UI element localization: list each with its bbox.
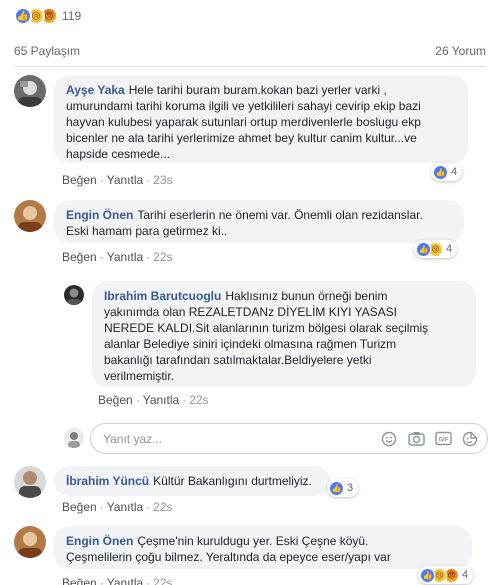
- avatar[interactable]: [14, 200, 46, 232]
- comment-actions: Beğen · Yanıtla · 22s: [98, 393, 209, 407]
- avatar[interactable]: [14, 526, 46, 558]
- like-icon: 👍: [416, 241, 431, 257]
- sticker-icon[interactable]: [461, 430, 479, 448]
- like-button[interactable]: Beğen: [62, 250, 97, 264]
- comment-reactions[interactable]: 👍 😢 😠 4: [418, 566, 474, 584]
- comment-text: bakanlığı tarafından satılmaktalar.Beldi…: [104, 353, 372, 367]
- avatar[interactable]: [14, 75, 46, 107]
- reaction-count: 119: [62, 9, 82, 23]
- svg-text:GIF: GIF: [438, 438, 448, 444]
- reply-button[interactable]: Yanıtla: [143, 393, 179, 407]
- comment-time[interactable]: 22s: [189, 393, 208, 407]
- comment-bubble: Ayşe Yaka Hele tarihi buram buram.kokan b…: [54, 75, 468, 163]
- like-icon: 👍: [329, 480, 344, 496]
- comment-bubble: Ibrahim Barutcuoglu Haklısınız bunun örne…: [92, 281, 476, 387]
- like-button[interactable]: Beğen: [62, 500, 97, 514]
- comment-text: Hele tarihi buram buram.kokan bazi yerle…: [128, 83, 387, 97]
- comment-actions: Beğen · Yanıtla · 22s: [62, 576, 173, 585]
- like-button[interactable]: Beğen: [62, 173, 97, 187]
- like-button[interactable]: Beğen: [62, 576, 97, 585]
- comment-time[interactable]: 23s: [153, 173, 172, 187]
- like-icon: 👍: [420, 567, 435, 583]
- current-user-avatar: [64, 428, 84, 448]
- reply-button[interactable]: Yanıtla: [107, 250, 143, 264]
- comment-text: bicenler ne ala tarihi yerlerimize ahmet…: [66, 131, 417, 145]
- reply-input[interactable]: [103, 431, 380, 446]
- like-button[interactable]: Beğen: [98, 393, 133, 407]
- comment-text: umurundami tarihi koruma ilgili ve yetki…: [66, 99, 421, 113]
- comment: Engin Önen Tarihi eserlerin ne önemi var.…: [14, 200, 464, 243]
- comment-text: NEREDE KALDI.Sit alanlarının turizm bölg…: [104, 321, 429, 335]
- shares-count[interactable]: 65 Paylaşım: [14, 44, 80, 58]
- emoji-icon[interactable]: [380, 430, 398, 448]
- comment: Ayşe Yaka Hele tarihi buram buram.kokan b…: [14, 75, 468, 163]
- comment-actions: Beğen · Yanıtla · 23s: [62, 173, 173, 187]
- comment-bubble: Engin Önen Çeşme'nin kuruldugu yer. Eski …: [54, 526, 472, 569]
- reply-button[interactable]: Yanıtla: [107, 500, 143, 514]
- comment-text: Çeşmelilerin çoğu bilmez. Yeraltında da …: [66, 550, 391, 564]
- like-icon: 👍: [14, 7, 32, 25]
- reply-comment: Ibrahim Barutcuoglu Haklısınız bunun örne…: [64, 281, 476, 387]
- comment-text: Çeşme'nin kuruldugu yer. Eski Çeşne köyü…: [137, 534, 369, 548]
- reply-composer: GIF: [90, 423, 488, 454]
- comment-text: verilmemiştir.: [104, 369, 175, 383]
- comment-author[interactable]: Ayşe Yaka: [66, 83, 125, 97]
- comment-author[interactable]: İbrahim Yüncü: [66, 474, 149, 488]
- comment-text: Tarihi eserlerin ne önemi var. Önemli ol…: [137, 208, 423, 222]
- comment-actions: Beğen · Yanıtla · 22s: [62, 500, 173, 514]
- comment-time[interactable]: 22s: [153, 250, 172, 264]
- comment-reactions[interactable]: 👍 😢 4: [414, 240, 458, 258]
- comment-bubble: Engin Önen Tarihi eserlerin ne önemi var.…: [54, 200, 464, 243]
- comments-count[interactable]: 26 Yorum: [435, 44, 486, 58]
- reply-button[interactable]: Yanıtla: [107, 173, 143, 187]
- like-icon: 👍: [433, 164, 448, 180]
- gif-icon[interactable]: GIF: [434, 430, 452, 448]
- comment-text: yakınımda olan REZALETDANz DİYELİM KIYI …: [104, 305, 397, 319]
- comment-text: hapside cesmede...: [66, 147, 171, 161]
- comment-author[interactable]: Ibrahim Barutcuoglu: [104, 289, 221, 303]
- comment-text: Kültür Bakanlıgını durtmeliyiz.: [153, 474, 312, 488]
- divider: [14, 66, 486, 67]
- comment-actions: Beğen · Yanıtla · 22s: [62, 250, 173, 264]
- comment-author[interactable]: Engin Önen: [66, 208, 133, 222]
- avatar[interactable]: [14, 466, 46, 498]
- comment-time[interactable]: 22s: [153, 576, 172, 585]
- comment-text: Eski hamam para getirmez ki..: [66, 224, 228, 238]
- comment-time[interactable]: 22s: [153, 500, 172, 514]
- comment-bubble: İbrahim Yüncü Kültür Bakanlıgını durtmeli…: [54, 466, 330, 496]
- comment-text: alanlar Belediye siniri içindeki olmasın…: [104, 337, 397, 351]
- comment: İbrahim Yüncü Kültür Bakanlıgını durtmeli…: [14, 466, 330, 498]
- comment-author[interactable]: Engin Önen: [66, 534, 133, 548]
- comment: Engin Önen Çeşme'nin kuruldugu yer. Eski …: [14, 526, 472, 569]
- post-reactions-summary[interactable]: 👍 😢 😠 119: [14, 6, 81, 26]
- comment-text: hayvan kulubesi yaparak sutunlari ortup …: [66, 115, 421, 129]
- avatar[interactable]: [64, 285, 84, 305]
- comment-reactions[interactable]: 👍 4: [431, 163, 463, 181]
- camera-icon[interactable]: [407, 430, 425, 448]
- comment-reactions[interactable]: 👍 3: [327, 479, 359, 497]
- comment-text: Haklısınız bunun örneği benim: [225, 289, 388, 303]
- reply-button[interactable]: Yanıtla: [107, 576, 143, 585]
